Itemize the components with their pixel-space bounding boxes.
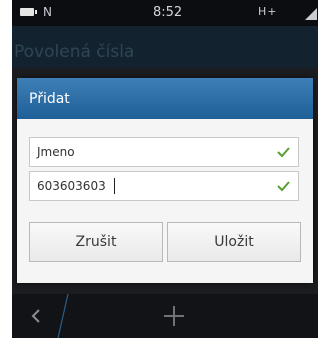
check-icon — [277, 181, 290, 192]
save-button[interactable]: Uložit — [167, 222, 301, 262]
name-input-value: Jmeno — [37, 145, 75, 159]
text-cursor — [114, 178, 115, 194]
status-bar: N 8:52 H+ — [12, 0, 318, 26]
check-icon — [277, 147, 290, 158]
plus-icon[interactable] — [163, 305, 185, 327]
add-dialog: Přidat Jmeno 603603603 Zrušit Uložit — [17, 78, 313, 283]
name-input[interactable]: Jmeno — [29, 137, 299, 167]
phone-screen: N 8:52 H+ Povolená čísla Přidat Jmeno 60… — [12, 0, 318, 338]
dialog-header: Přidat — [17, 78, 313, 119]
number-input[interactable]: 603603603 — [29, 171, 299, 201]
clock: 8:52 — [153, 5, 183, 20]
battery-icon — [20, 8, 37, 16]
page-title: Povolená čísla — [14, 42, 135, 62]
dialog-title: Přidat — [29, 91, 70, 107]
app-header: Povolená čísla — [12, 26, 318, 68]
chevron-left-icon[interactable] — [29, 308, 43, 324]
signal-strength-icon — [305, 8, 317, 20]
network-type: H+ — [258, 5, 278, 18]
number-input-value: 603603603 — [37, 179, 106, 193]
toolbar-divider — [57, 294, 69, 338]
network-indicator: N — [43, 5, 52, 19]
cancel-button[interactable]: Zrušit — [29, 222, 163, 262]
